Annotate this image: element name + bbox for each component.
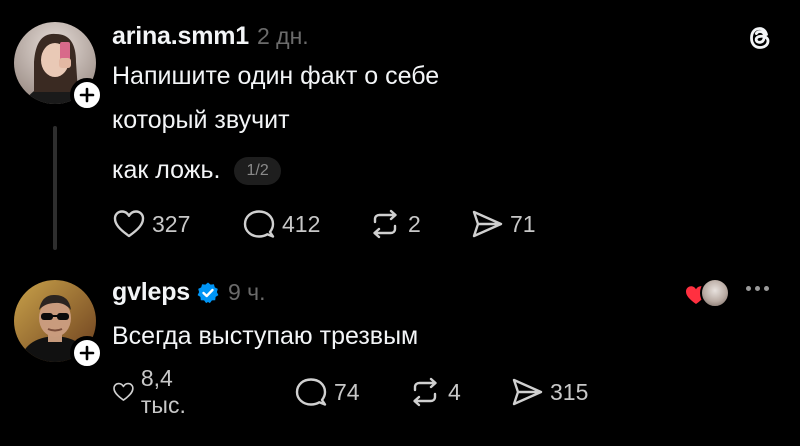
comment-count: 412 <box>282 210 321 237</box>
comment-button[interactable]: 74 <box>294 372 360 412</box>
comment-bubble-icon <box>243 210 275 238</box>
post-text-line: Напишите один факт о себе <box>112 62 440 90</box>
send-icon <box>512 378 543 406</box>
share-button[interactable]: 71 <box>470 204 536 244</box>
like-count: 327 <box>152 210 191 237</box>
follow-plus-button[interactable] <box>70 78 104 112</box>
author-avatar-container[interactable] <box>14 22 104 112</box>
thread-post-2: gvleps 9 ч. Всегда выступаю трезвым 8,4 … <box>0 262 800 446</box>
share-button[interactable]: 315 <box>510 372 588 412</box>
send-icon <box>472 210 503 238</box>
username[interactable]: gvleps <box>112 278 190 307</box>
username[interactable]: arina.smm1 <box>112 22 249 51</box>
like-button[interactable]: 8,4 тыс. <box>112 365 197 418</box>
author-avatar-container[interactable] <box>14 280 104 370</box>
carousel-page-indicator[interactable]: 1/2 <box>234 157 281 185</box>
heart-icon <box>113 210 145 238</box>
heart-icon <box>113 382 134 401</box>
liked-by-author-indicator <box>684 276 730 310</box>
comment-button[interactable]: 412 <box>242 204 320 244</box>
repost-count: 2 <box>408 210 421 237</box>
like-count: 8,4 тыс. <box>140 365 186 418</box>
follow-plus-button[interactable] <box>70 336 104 370</box>
repost-button[interactable]: 4 <box>408 372 461 412</box>
post-body: Напишите один факт о себе который звучит… <box>112 54 439 192</box>
post-body: Всегда выступаю трезвым <box>112 314 418 358</box>
liker-avatar <box>700 278 730 308</box>
thread-connector-line <box>53 126 57 250</box>
thread-post-1: arina.smm1 2 дн. Напишите один факт о се… <box>0 0 800 262</box>
timestamp: 2 дн. <box>256 23 309 49</box>
share-count: 71 <box>510 210 536 237</box>
like-button[interactable]: 327 <box>112 204 190 244</box>
comment-bubble-icon <box>295 378 327 406</box>
share-count: 315 <box>550 378 589 405</box>
repost-icon <box>373 209 397 239</box>
threads-logo-icon <box>744 22 776 59</box>
plus-icon <box>79 345 95 361</box>
repost-count: 4 <box>448 378 461 405</box>
verified-badge-icon <box>196 281 220 305</box>
post-text-line-with-indicator: как ложь. 1/2 <box>112 148 439 192</box>
post-text-line: который звучит <box>112 106 290 134</box>
repost-button[interactable]: 2 <box>368 204 421 244</box>
post-header: arina.smm1 2 дн. <box>112 22 309 51</box>
post-header: gvleps 9 ч. <box>112 278 266 307</box>
more-dots-icon[interactable] <box>746 286 769 291</box>
plus-icon <box>79 87 95 103</box>
post-text-line: как ложь. <box>112 156 221 184</box>
post-text-line: Всегда выступаю трезвым <box>112 322 419 350</box>
comment-count: 74 <box>334 378 360 405</box>
timestamp: 9 ч. <box>228 279 266 305</box>
repost-icon <box>413 377 437 407</box>
